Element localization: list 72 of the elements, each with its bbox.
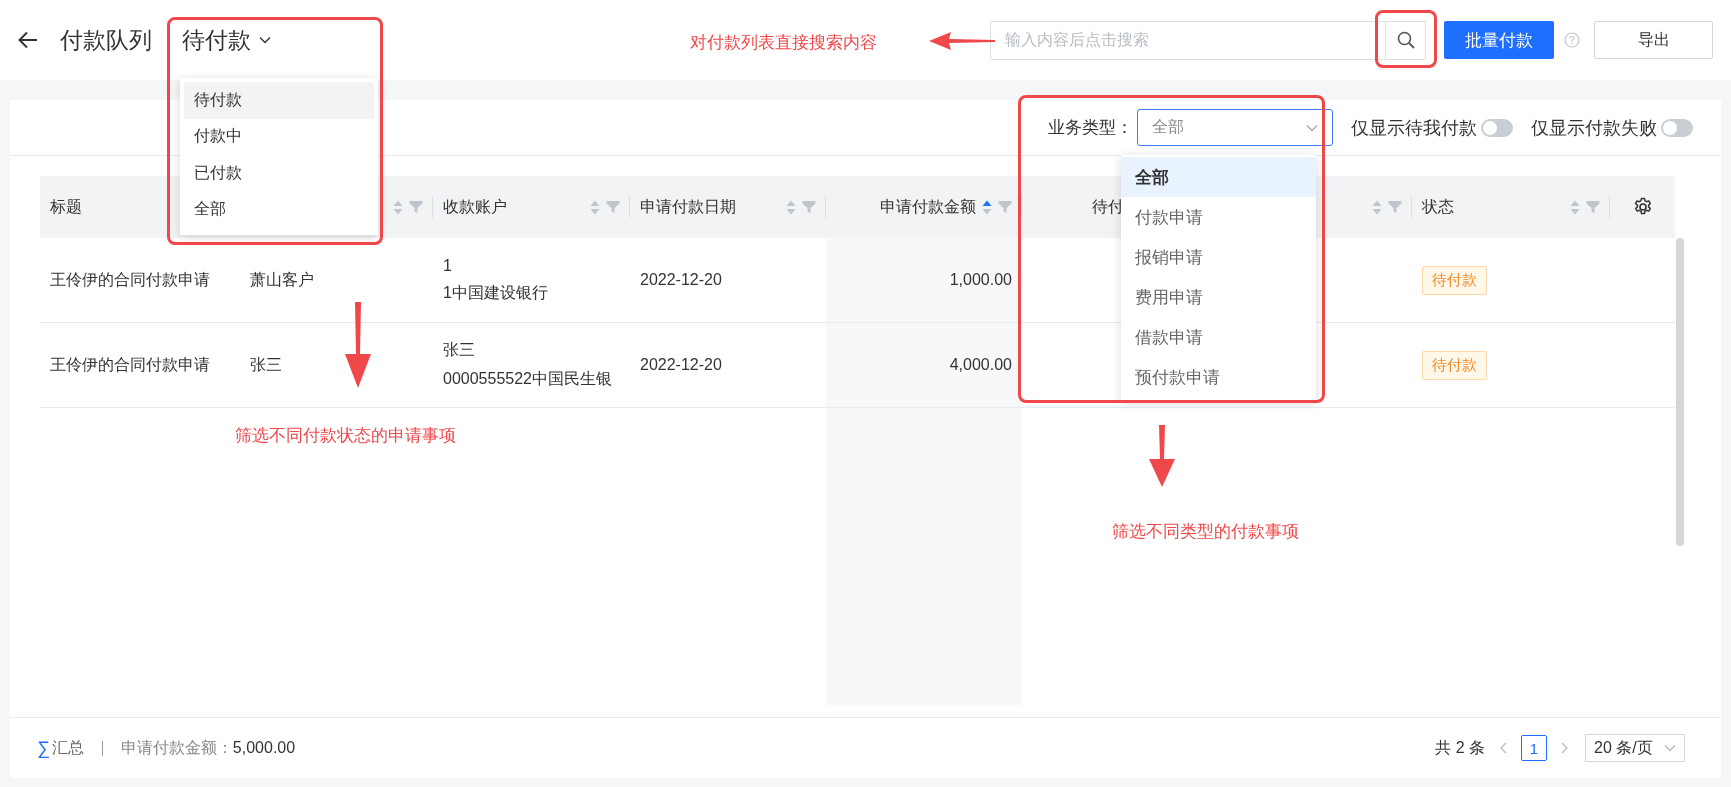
- scrollbar[interactable]: [1676, 238, 1684, 546]
- back-arrow-icon[interactable]: [18, 31, 38, 49]
- menu-item[interactable]: 全部: [184, 191, 374, 228]
- status-tag: 待付款: [1422, 350, 1487, 380]
- business-type-select[interactable]: 全部: [1137, 109, 1333, 146]
- page-button[interactable]: 1: [1521, 735, 1547, 761]
- batch-pay-button[interactable]: 批量付款: [1444, 21, 1554, 59]
- menu-item[interactable]: 待付款: [184, 82, 374, 119]
- column-header: 待付: [1092, 196, 1124, 217]
- column-header: 状态: [1422, 196, 1454, 217]
- export-button[interactable]: 导出: [1594, 21, 1713, 59]
- menu-item[interactable]: 费用申请: [1121, 277, 1316, 317]
- table-cell-text: 王伶伊的合同付款申请: [50, 269, 210, 290]
- help-icon[interactable]: [1564, 32, 1580, 48]
- table-cell-text: 0000555522中国民生银: [443, 369, 612, 389]
- total-count: 共 2 条: [1435, 737, 1485, 758]
- column-header: 申请付款金额: [880, 196, 976, 217]
- annotation-text: 对付款列表直接搜索内容: [690, 32, 877, 54]
- table-cell: 2022-12-20: [640, 271, 722, 289]
- search-button[interactable]: [1386, 20, 1426, 60]
- menu-item[interactable]: 借款申请: [1121, 317, 1316, 357]
- filter-icon[interactable]: [1586, 200, 1600, 214]
- annotation-text: 筛选不同类型的付款事项: [1112, 521, 1299, 543]
- table-cell-text: 1中国建设银行: [443, 282, 548, 303]
- annotation-box: [1375, 10, 1437, 68]
- summary-label[interactable]: 汇总: [51, 737, 84, 759]
- chevron-down-icon: [1306, 123, 1318, 132]
- search-field[interactable]: 输入内容后点击搜索: [990, 20, 1386, 60]
- page-title: 付款队列: [60, 25, 152, 55]
- search-icon: [1396, 31, 1415, 49]
- toggle-label: 仅显示待我付款: [1351, 116, 1477, 140]
- column-header: 收款账户: [443, 196, 507, 217]
- status-tag: 待付款: [1422, 265, 1487, 295]
- table-cell-text: 张三: [250, 354, 282, 375]
- annotation-text: 筛选不同付款状态的申请事项: [235, 425, 456, 447]
- page-size-select[interactable]: 20 条/页: [1585, 734, 1685, 762]
- sum-icon: ∑: [37, 737, 50, 759]
- table-cell-text: 萧山客户: [250, 269, 314, 290]
- filter-icon[interactable]: [409, 200, 423, 214]
- filter-icon[interactable]: [998, 200, 1012, 214]
- table-cell-text: 1: [443, 256, 453, 275]
- chevron-down-icon: [1664, 744, 1676, 752]
- filter-icon[interactable]: [1388, 200, 1402, 214]
- chevron-left-icon[interactable]: [1499, 742, 1507, 754]
- toggle-label: 仅显示付款失败: [1531, 116, 1657, 140]
- filter-icon[interactable]: [802, 200, 816, 214]
- column-header: 申请付款日期: [640, 196, 736, 217]
- chevron-down-icon: [259, 36, 271, 44]
- table-cell-text: 张三: [443, 340, 476, 360]
- sort-icon[interactable]: [982, 199, 992, 215]
- menu-item[interactable]: 预付款申请: [1121, 357, 1316, 397]
- status-filter-dropdown[interactable]: 待付款: [182, 24, 271, 56]
- table-cell-text: 王伶伊的合同付款申请: [50, 354, 210, 375]
- menu-item[interactable]: 付款申请: [1121, 197, 1316, 237]
- business-type-label: 业务类型：: [1048, 117, 1133, 139]
- table-cell: 2022-12-20: [640, 356, 722, 374]
- menu-item[interactable]: 全部: [1121, 157, 1316, 197]
- amount-label: 申请付款金额：: [120, 737, 233, 758]
- chevron-right-icon[interactable]: [1561, 742, 1569, 754]
- total-amount: 5,000.00: [232, 739, 296, 757]
- annotation-arrow: [929, 31, 995, 51]
- menu-item[interactable]: 付款中: [184, 118, 374, 155]
- toggle-switch[interactable]: [1481, 118, 1513, 137]
- toggle-switch[interactable]: [1661, 118, 1693, 137]
- table-cell: 1,000.00: [949, 271, 1012, 289]
- column-header: 标题: [50, 196, 82, 217]
- filter-icon[interactable]: [606, 200, 620, 214]
- menu-item[interactable]: 报销申请: [1121, 237, 1316, 277]
- menu-item[interactable]: 已付款: [184, 155, 374, 192]
- settings-icon[interactable]: [1632, 197, 1653, 217]
- table-cell: 4,000.00: [949, 356, 1012, 374]
- annotation-arrow: [1149, 425, 1175, 487]
